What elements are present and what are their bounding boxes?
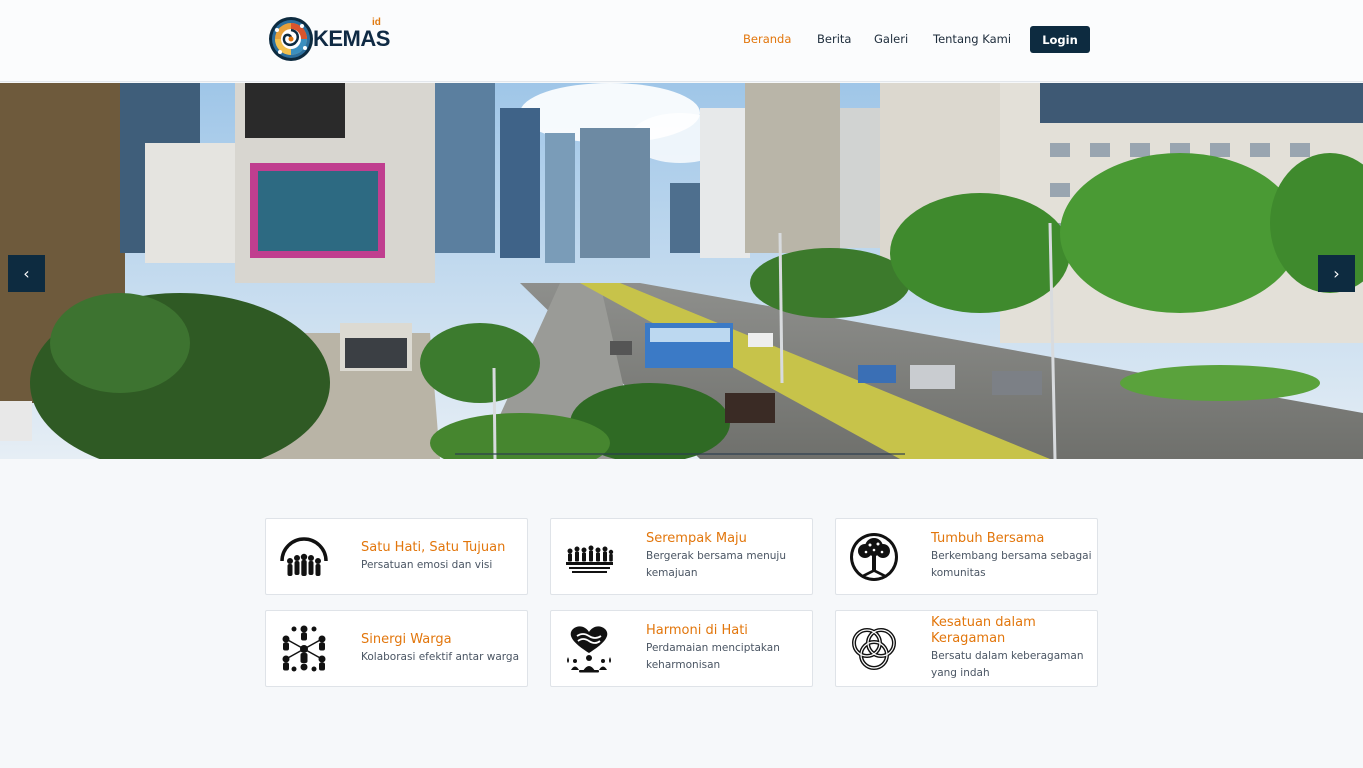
- feature-title: Satu Hati, Satu Tujuan: [361, 539, 506, 555]
- feature-title: Sinergi Warga: [361, 631, 452, 647]
- carousel-next-button[interactable]: ›: [1318, 255, 1355, 292]
- chevron-left-icon: ‹: [23, 264, 30, 283]
- feature-title: Tumbuh Bersama: [931, 531, 1045, 546]
- feature-text: Sinergi Warga Kolaborasi efektif antar w…: [361, 611, 526, 686]
- feature-text: Satu Hati, Satu Tujuan Persatuan emosi d…: [361, 519, 526, 594]
- feature-title: Serempak Maju: [646, 531, 747, 546]
- feature-description: Bergerak bersama menuju kemajuan: [646, 550, 787, 579]
- people-network-icon: [282, 625, 326, 672]
- feature-card-sinergi-warga[interactable]: Sinergi Warga Kolaborasi efektif antar w…: [265, 610, 528, 687]
- carousel-prev-button[interactable]: ‹: [8, 255, 45, 292]
- chevron-right-icon: ›: [1333, 264, 1340, 283]
- feature-description: Persatuan emosi dan visi: [361, 558, 493, 571]
- feature-card-harmoni-di-hati[interactable]: Harmoni di Hati Perdamaian menciptakan k…: [550, 610, 813, 687]
- feature-card-satu-hati[interactable]: Satu Hati, Satu Tujuan Persatuan emosi d…: [265, 518, 528, 595]
- feature-description: Berkembang bersama sebagai komunitas: [931, 550, 1092, 579]
- feature-description: Bersatu dalam keberagaman yang indah: [931, 650, 1084, 679]
- nav-link-beranda[interactable]: Beranda: [743, 32, 791, 46]
- nav-link-galeri[interactable]: Galeri: [874, 32, 908, 46]
- crowd-forward-icon: [566, 545, 614, 573]
- feature-card-serempak-maju[interactable]: Serempak Maju Bergerak bersama menuju ke…: [550, 518, 813, 595]
- login-button[interactable]: Login: [1030, 26, 1090, 53]
- hero-city-image: [0, 83, 1363, 459]
- main-nav: Beranda Berita Galeri Tentang Kami Login: [0, 26, 1363, 54]
- feature-card-kesatuan-dalam-keragaman[interactable]: Kesatuan dalam Keragaman Bersatu dalam k…: [835, 610, 1098, 687]
- feature-text: Serempak Maju Bergerak bersama menuju ke…: [646, 519, 811, 594]
- unity-circle-icon: [280, 537, 328, 576]
- navbar: KEMAS id Beranda Berita Galeri Tentang K…: [0, 0, 1363, 82]
- feature-card-tumbuh-bersama[interactable]: Tumbuh Bersama Berkembang bersama sebaga…: [835, 518, 1098, 595]
- feature-text: Tumbuh Bersama Berkembang bersama sebaga…: [931, 519, 1096, 594]
- celtic-knot-icon: [852, 628, 896, 670]
- nav-link-berita[interactable]: Berita: [817, 32, 851, 46]
- heart-meditation-icon: [567, 626, 611, 673]
- hero-carousel: ‹ ›: [0, 83, 1363, 459]
- feature-text: Kesatuan dalam Keragaman Bersatu dalam k…: [931, 611, 1096, 686]
- feature-title: Harmoni di Hati: [646, 623, 748, 638]
- feature-title: Kesatuan dalam Keragaman: [931, 615, 1036, 646]
- feature-description: Perdamaian menciptakan keharmonisan: [646, 642, 780, 671]
- nav-link-tentang-kami[interactable]: Tentang Kami: [933, 32, 1011, 46]
- feature-description: Kolaborasi efektif antar warga: [361, 650, 520, 663]
- feature-text: Harmoni di Hati Perdamaian menciptakan k…: [646, 611, 811, 686]
- tree-icon: [850, 533, 898, 581]
